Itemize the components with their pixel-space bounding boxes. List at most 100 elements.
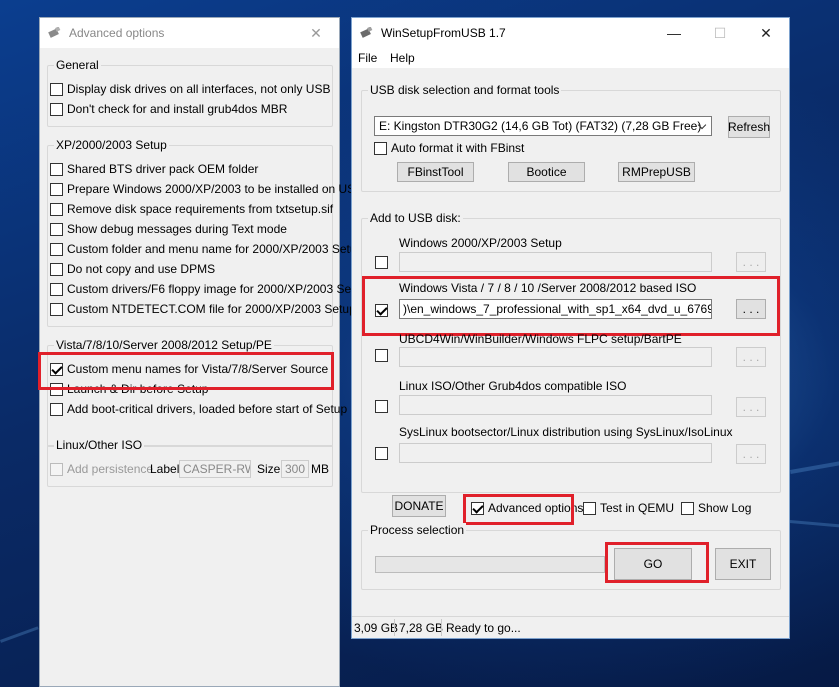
menu-help[interactable]: Help — [390, 51, 415, 65]
status-bar: 3,09 GB 7,28 GB Ready to go... — [352, 616, 789, 638]
option-label: Remove disk space requirements from txts… — [67, 202, 334, 216]
checkbox[interactable] — [681, 501, 694, 515]
option-display-all-drives[interactable]: Display disk drives on all interfaces, n… — [50, 82, 330, 96]
option-label: Auto format it with FBinst — [391, 141, 525, 155]
option-remove-disk-space[interactable]: Remove disk space requirements from txts… — [50, 202, 333, 216]
highlight-box — [362, 276, 780, 336]
close-button[interactable]: ✕ — [743, 18, 789, 48]
bootice-button[interactable]: Bootice — [508, 162, 585, 182]
option-label: Shared BTS driver pack OEM folder — [67, 162, 259, 176]
persistence-label-caption: Label — [150, 462, 180, 476]
source-path-syslinux[interactable] — [399, 443, 712, 463]
source-path-linux[interactable] — [399, 395, 712, 415]
usb-group-label: USB disk selection and format tools — [368, 83, 562, 97]
menu-file[interactable]: File — [358, 51, 377, 65]
source-path-ubcd[interactable] — [399, 347, 712, 367]
status-required-size: 3,09 GB — [354, 621, 399, 635]
checkbox[interactable] — [583, 501, 596, 515]
advanced-options-titlebar[interactable]: Advanced options ✕ — [40, 18, 339, 48]
show-log-option[interactable]: Show Log — [681, 501, 751, 515]
general-group: General — [47, 58, 333, 127]
highlight-box — [605, 542, 709, 583]
option-label: Prepare Windows 2000/XP/2003 to be insta… — [67, 182, 364, 196]
add-group-label: Add to USB disk: — [368, 211, 463, 225]
browse-button-linux[interactable]: . . . — [736, 397, 766, 417]
fbinsttool-button[interactable]: FBinstTool — [397, 162, 474, 182]
exit-button[interactable]: EXIT — [715, 548, 771, 580]
persistence-label-input[interactable]: CASPER-RW — [179, 460, 251, 478]
minimize-button[interactable]: — — [651, 18, 697, 48]
source-checkbox-syslinux[interactable] — [375, 447, 388, 460]
checkbox[interactable] — [50, 182, 63, 196]
winsetupfromusb-window: WinSetupFromUSB 1.7 — ☐ ✕ File Help USB … — [351, 17, 790, 639]
option-label: Custom drivers/F6 floppy image for 2000/… — [67, 282, 368, 296]
checkbox[interactable] — [50, 402, 63, 416]
option-prepare-xp-usb[interactable]: Prepare Windows 2000/XP/2003 to be insta… — [50, 182, 363, 196]
checkbox-disabled[interactable] — [50, 462, 63, 476]
browse-button-xp[interactable]: . . . — [736, 252, 766, 272]
option-label: Display disk drives on all interfaces, n… — [67, 82, 331, 96]
rmprepusb-button[interactable]: RMPrepUSB — [618, 162, 695, 182]
option-label: Add boot-critical drivers, loaded before… — [67, 402, 348, 416]
usb-drive-icon — [48, 27, 61, 38]
close-button[interactable]: ✕ — [293, 18, 339, 48]
menu-bar: File Help — [352, 48, 789, 68]
checkbox[interactable] — [50, 102, 63, 116]
usb-disk-select[interactable]: E: Kingston DTR30G2 (14,6 GB Tot) (FAT32… — [374, 116, 712, 136]
process-group-label: Process selection — [368, 523, 467, 537]
refresh-button[interactable]: Refresh — [728, 116, 770, 138]
option-custom-f6-drivers[interactable]: Custom drivers/F6 floppy image for 2000/… — [50, 282, 368, 296]
main-title: WinSetupFromUSB 1.7 — [381, 26, 506, 40]
option-skip-grub4dos-mbr[interactable]: Don't check for and install grub4dos MBR — [50, 102, 287, 116]
checkbox[interactable] — [50, 202, 63, 216]
usb-drive-icon — [360, 27, 373, 38]
option-debug-messages[interactable]: Show debug messages during Text mode — [50, 222, 287, 236]
size-caption: Size — [257, 462, 281, 476]
status-divider — [394, 619, 395, 636]
option-no-dpms[interactable]: Do not copy and use DPMS — [50, 262, 215, 276]
persistence-size-input[interactable]: 300 — [281, 460, 309, 478]
vista-group-label: Vista/7/8/10/Server 2008/2012 Setup/PE — [54, 338, 274, 352]
source-path-xp[interactable] — [399, 252, 712, 272]
auto-format-option[interactable]: Auto format it with FBinst — [374, 141, 524, 155]
checkbox[interactable] — [50, 242, 63, 256]
advanced-options-title: Advanced options — [69, 26, 165, 40]
option-boot-critical-drivers[interactable]: Add boot-critical drivers, loaded before… — [50, 402, 347, 416]
checkbox[interactable] — [374, 141, 387, 155]
light-beam — [789, 520, 839, 529]
option-label: Test in QEMU — [600, 501, 675, 515]
checkbox[interactable] — [50, 222, 63, 236]
source-checkbox-ubcd[interactable] — [375, 349, 388, 362]
maximize-button[interactable]: ☐ — [697, 18, 743, 48]
option-label: Add persistence — [67, 462, 154, 476]
highlight-box — [463, 494, 574, 525]
option-custom-ntdetect[interactable]: Custom NTDETECT.COM file for 2000/XP/200… — [50, 302, 356, 316]
option-add-persistence[interactable]: Add persistence — [50, 462, 153, 476]
option-shared-bts[interactable]: Shared BTS driver pack OEM folder — [50, 162, 258, 176]
browse-button-syslinux[interactable]: . . . — [736, 444, 766, 464]
source-label-ubcd: UBCD4Win/WinBuilder/Windows FLPC setup/B… — [399, 332, 682, 346]
option-label: Show Log — [698, 501, 752, 515]
highlight-box — [38, 352, 334, 390]
option-label: Show debug messages during Text mode — [67, 222, 287, 236]
linux-group-label: Linux/Other ISO — [54, 438, 145, 452]
minimize-icon: — — [667, 25, 681, 41]
option-custom-folder-xp[interactable]: Custom folder and menu name for 2000/XP/… — [50, 242, 363, 256]
checkbox[interactable] — [50, 262, 63, 276]
progress-bar — [375, 556, 605, 573]
checkbox[interactable] — [50, 282, 63, 296]
main-titlebar[interactable]: WinSetupFromUSB 1.7 — ☐ ✕ — [352, 18, 789, 48]
status-divider — [441, 619, 442, 636]
source-label-xp: Windows 2000/XP/2003 Setup — [399, 236, 562, 250]
donate-button[interactable]: DONATE — [392, 495, 446, 517]
source-label-linux: Linux ISO/Other Grub4dos compatible ISO — [399, 379, 627, 393]
checkbox[interactable] — [50, 82, 63, 96]
test-in-qemu-option[interactable]: Test in QEMU — [583, 501, 674, 515]
source-checkbox-xp[interactable] — [375, 256, 388, 269]
checkbox[interactable] — [50, 302, 63, 316]
option-label: Do not copy and use DPMS — [67, 262, 216, 276]
browse-button-ubcd[interactable]: . . . — [736, 347, 766, 367]
checkbox[interactable] — [50, 162, 63, 176]
source-checkbox-linux[interactable] — [375, 400, 388, 413]
status-free-size: 7,28 GB — [399, 621, 444, 635]
